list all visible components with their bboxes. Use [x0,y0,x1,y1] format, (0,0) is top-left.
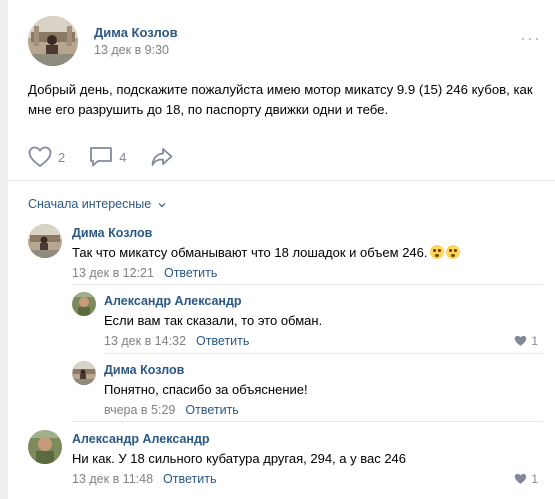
reply-link[interactable]: Ответить [163,472,216,486]
chevron-down-icon [158,203,166,208]
post-author[interactable]: Дима Козлов [94,25,178,40]
comment-like-count: 1 [531,472,538,486]
like-count: 2 [58,149,66,165]
comment-reply: Александр Александр Если вам так сказали… [72,292,538,352]
comment-avatar[interactable] [72,361,96,385]
comment-icon [90,147,113,167]
comment-button[interactable]: 4 [89,146,126,168]
comment-separator [104,353,543,354]
post: Дима Козлов 13 дек в 9:30 ··· Добрый ден… [8,0,555,180]
post-date[interactable]: 13 дек в 9:30 [94,43,169,57]
post-text: Добрый день, подскажите пожалуйста имею … [28,82,533,117]
comment-meta: 13 дек в 14:32 Ответить [104,334,249,348]
comment-text: Так что микатсу обманывают что 18 лошадо… [72,245,460,260]
comment-author[interactable]: Александр Александр [72,432,210,446]
comment-like-button[interactable]: 1 [514,472,538,486]
like-button[interactable]: 2 [28,146,65,168]
comment-separator [72,284,543,285]
comment-date[interactable]: 13 дек в 14:32 [104,334,186,348]
comment-author[interactable]: Дима Козлов [104,363,184,377]
comment: Дима Козлов Так что микатсу обманывают ч… [28,224,548,284]
comment-text: Ни как. У 18 сильного кубатура другая, 2… [72,451,407,466]
comment-text: Если вам так сказали, то это обман. [104,313,323,328]
sort-label: Сначала интересные [28,197,152,211]
comment-avatar[interactable] [72,292,96,316]
comment-meta: 13 дек в 11:48 Ответить [72,472,216,486]
comment-meta: 13 дек в 12:21 Ответить [72,266,217,280]
post-actions: 2 4 [28,146,194,168]
comment-date[interactable]: 13 дек в 11:48 [72,472,153,486]
comment-count: 4 [119,149,127,165]
comment-separator [72,421,543,422]
comment: Александр Александр Ни как. У 18 сильног… [28,430,538,490]
comment-avatar[interactable] [28,430,62,464]
heart-icon [515,335,527,346]
reply-link[interactable]: Ответить [164,266,217,280]
reply-link[interactable]: Ответить [185,403,238,417]
flushed-face-emoji [429,245,444,259]
comment-date[interactable]: 13 дек в 12:21 [72,266,154,280]
heart-icon [515,473,527,484]
share-button[interactable] [150,146,180,168]
post-card: Дима Козлов 13 дек в 9:30 ··· Добрый ден… [8,0,555,499]
comment-meta: вчера в 5:29 Ответить [104,403,239,417]
comment-like-button[interactable]: 1 [514,334,538,348]
share-icon [152,148,173,166]
comment-author[interactable]: Александр Александр [104,294,242,308]
comment-text-body: Так что микатсу обманывают что 18 лошадо… [72,245,428,260]
comments-section: Сначала интересные Дима Козлов Так что м… [8,181,555,499]
more-dots-icon[interactable]: ··· [520,28,541,49]
comment-date[interactable]: вчера в 5:29 [104,403,175,417]
heart-icon [28,146,52,168]
astonished-face-emoji [445,245,460,259]
sort-dropdown[interactable]: Сначала интересные [28,197,166,211]
comment-text: Понятно, спасибо за объяснение! [104,382,308,397]
reply-link[interactable]: Ответить [196,334,249,348]
comment-author[interactable]: Дима Козлов [72,226,152,240]
comment-like-count: 1 [531,334,538,348]
comment-reply: Дима Козлов Понятно, спасибо за объяснен… [72,361,538,421]
author-avatar[interactable] [28,16,78,66]
comment-avatar[interactable] [28,224,62,258]
